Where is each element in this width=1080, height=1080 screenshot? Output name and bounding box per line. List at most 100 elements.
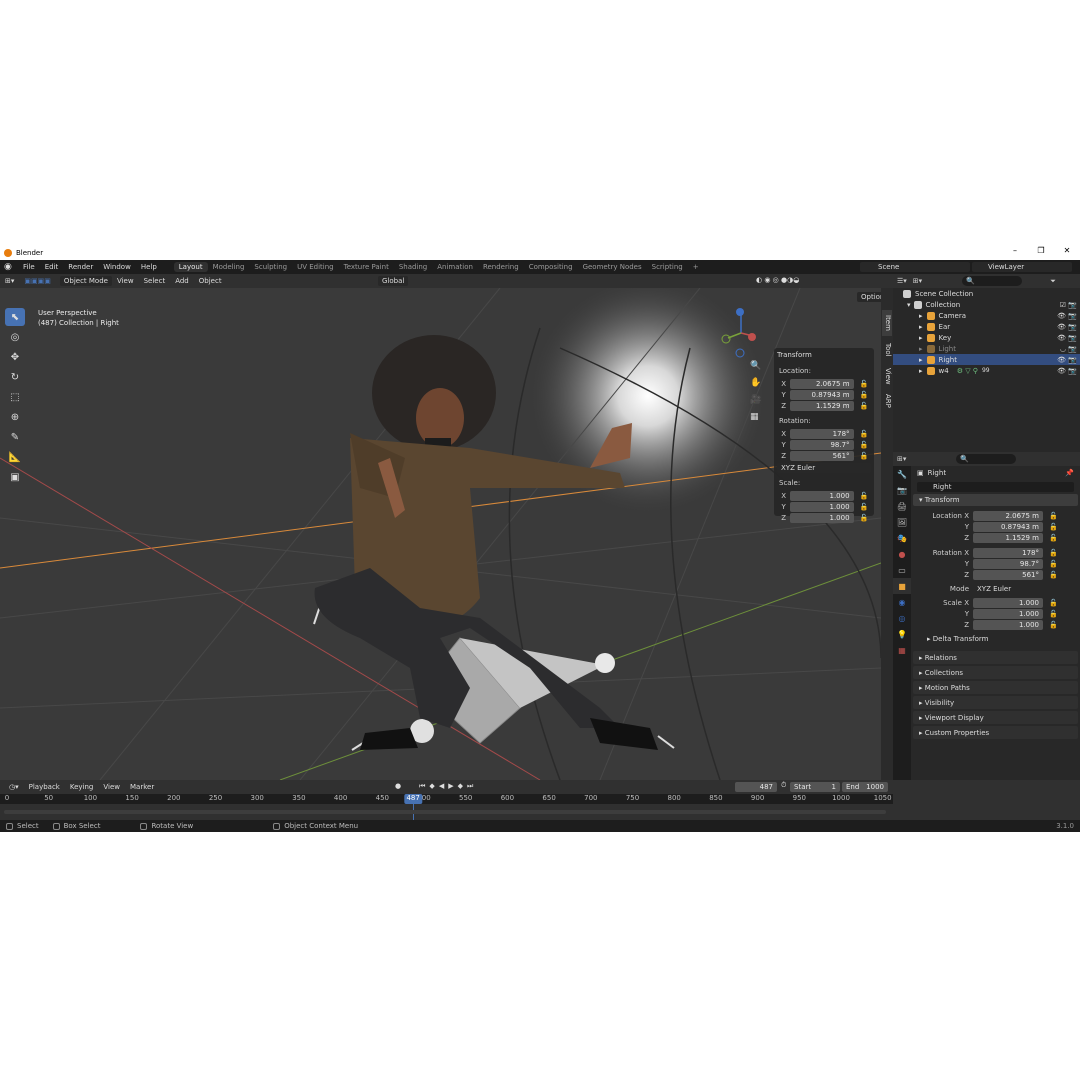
tab-layout[interactable]: Layout	[173, 262, 208, 272]
eye-icon[interactable]: 👁	[1057, 334, 1066, 342]
lock-icon[interactable]: 🔓	[860, 514, 871, 522]
prev-keyframe-icon[interactable]: ◆	[429, 782, 434, 791]
np-rotation-y-field[interactable]: 98.7°	[790, 439, 854, 450]
relations-panel[interactable]: ▸ Relations	[913, 651, 1078, 664]
menu-keying[interactable]: Keying	[65, 783, 99, 791]
jump-start-icon[interactable]: ⏮	[419, 782, 425, 791]
editor-type-icon[interactable]: ☰▾	[897, 277, 907, 285]
timeline-scrollbar[interactable]	[4, 810, 886, 814]
lock-icon[interactable]: 🔓	[1049, 534, 1058, 542]
outliner-item-camera[interactable]: ▸ Camera 👁 📷	[893, 310, 1080, 321]
np-scale-y-field[interactable]: 1.000	[790, 501, 854, 512]
maximize-icon[interactable]: ❐	[1028, 246, 1054, 255]
tab-scripting[interactable]: Scripting	[647, 262, 688, 272]
tab-texture-paint[interactable]: Texture Paint	[339, 262, 394, 272]
menu-render[interactable]: Render	[63, 263, 98, 271]
np-rotation-z-field[interactable]: 561°	[790, 450, 854, 461]
expand-arrow-icon[interactable]: ▸	[919, 345, 923, 353]
lock-icon[interactable]: 🔓	[1049, 571, 1058, 579]
view-layer-selector[interactable]: ViewLayer	[972, 262, 1072, 272]
close-icon[interactable]: ✕	[1054, 246, 1080, 255]
location-x-field[interactable]: 2.0675 m	[973, 510, 1043, 521]
tab-animation[interactable]: Animation	[432, 262, 478, 272]
outliner-item-w4[interactable]: ▸ w4 ⚙ ▽ ⚲ 99 👁 📷	[893, 365, 1080, 376]
end-frame-field[interactable]: End 1000	[842, 782, 888, 792]
lock-icon[interactable]: 🔓	[860, 492, 871, 500]
camera-toggle-icon[interactable]: 📷	[1068, 301, 1077, 309]
filter-icon[interactable]: ⏷	[1050, 277, 1056, 286]
tab-uv-editing[interactable]: UV Editing	[292, 262, 339, 272]
outliner-search-input[interactable]: 🔍	[962, 276, 1023, 286]
current-frame-marker[interactable]: 487	[404, 794, 422, 804]
expand-arrow-icon[interactable]: ▸	[919, 334, 923, 342]
object-tab-icon[interactable]: ■	[893, 578, 911, 594]
blender-menu-icon[interactable]: ◉	[4, 262, 14, 272]
location-z-field[interactable]: 1.1529 m	[973, 532, 1043, 543]
delta-transform-panel[interactable]: ▸ Delta Transform	[913, 632, 1078, 645]
add-cube-tool-icon[interactable]: ▣	[5, 468, 25, 486]
transform-panel-header[interactable]: ▾ Transform	[913, 494, 1078, 506]
measure-tool-icon[interactable]: 📐	[5, 448, 25, 466]
lock-icon[interactable]: 🔓	[860, 430, 871, 438]
menu-edit[interactable]: Edit	[40, 263, 64, 271]
tab-view[interactable]: View	[882, 364, 892, 388]
camera-toggle-icon[interactable]: 📷	[1068, 367, 1077, 375]
viewport-display-panel[interactable]: ▸ Viewport Display	[913, 711, 1078, 724]
camera-view-icon[interactable]: 🎥	[750, 392, 761, 409]
rotate-tool-icon[interactable]: ↻	[5, 368, 25, 386]
properties-search-input[interactable]: 🔍	[956, 454, 1017, 464]
lock-icon[interactable]: 🔓	[1049, 610, 1058, 618]
expand-arrow-icon[interactable]: ▸	[919, 323, 923, 331]
3d-viewport[interactable]: User Perspective (487) Collection | Righ…	[0, 288, 881, 780]
eye-icon[interactable]: 👁	[1057, 367, 1066, 375]
lock-icon[interactable]: 🔓	[1049, 560, 1058, 568]
menu-add[interactable]: Add	[170, 277, 194, 285]
eye-icon[interactable]: 👁	[1057, 323, 1066, 331]
custom-properties-panel[interactable]: ▸ Custom Properties	[913, 726, 1078, 739]
menu-view[interactable]: View	[98, 783, 125, 791]
start-frame-field[interactable]: Start 1	[790, 782, 840, 792]
tab-sculpting[interactable]: Sculpting	[249, 262, 292, 272]
scale-tool-icon[interactable]: ⬚	[5, 388, 25, 406]
scene-tab-icon[interactable]: 🎭	[893, 530, 911, 546]
camera-toggle-icon[interactable]: 📷	[1068, 312, 1077, 320]
editor-type-icon[interactable]: ⊞▾	[897, 455, 906, 463]
tab-modeling[interactable]: Modeling	[208, 262, 250, 272]
lock-icon[interactable]: 🔓	[860, 391, 871, 399]
menu-file[interactable]: File	[18, 263, 40, 271]
select-box-tool-icon[interactable]: ⬉	[5, 308, 25, 326]
outliner-item-key[interactable]: ▸ Key 👁 📷	[893, 332, 1080, 343]
object-mode-dropdown[interactable]: Object Mode	[59, 276, 112, 286]
scene-collection-row[interactable]: Scene Collection	[893, 288, 1080, 299]
menu-help[interactable]: Help	[136, 263, 162, 271]
lock-icon[interactable]: 🔓	[860, 402, 871, 410]
eye-icon[interactable]: ☑	[1060, 301, 1066, 309]
lock-icon[interactable]: 🔓	[1049, 523, 1058, 531]
scale-x-field[interactable]: 1.000	[973, 597, 1043, 608]
play-reverse-icon[interactable]: ◀	[439, 782, 444, 791]
scale-y-field[interactable]: 1.000	[973, 608, 1043, 619]
render-tab-icon[interactable]: 📷	[893, 482, 911, 498]
camera-toggle-icon[interactable]: 📷	[1068, 334, 1077, 342]
pan-hand-icon[interactable]: ✋	[750, 375, 761, 392]
orientation-dropdown[interactable]: Global	[378, 276, 409, 286]
tab-tool[interactable]: Tool	[882, 338, 892, 362]
rotation-mode-dropdown[interactable]: XYZ Euler	[973, 583, 1043, 594]
tool-tab-icon[interactable]: 🔧	[893, 466, 911, 482]
scene-selector[interactable]: Scene	[860, 262, 970, 272]
outliner-item-right[interactable]: ▸ Right 👁 📷	[893, 354, 1080, 365]
rotation-z-field[interactable]: 561°	[973, 569, 1043, 580]
camera-toggle-icon[interactable]: 📷	[1068, 345, 1077, 353]
select-mode-icons[interactable]: ▣▣▣▣	[19, 277, 55, 285]
outliner-item-light[interactable]: ▸ Light ◡ 📷	[893, 343, 1080, 354]
jump-end-icon[interactable]: ⏭	[467, 782, 473, 791]
options-dropdown[interactable]: Options	[857, 292, 881, 302]
editor-type-icon[interactable]: ◷▾	[4, 783, 24, 791]
motion-paths-panel[interactable]: ▸ Motion Paths	[913, 681, 1078, 694]
grid-view-icon[interactable]: ▦	[750, 409, 761, 426]
transform-tool-icon[interactable]: ⊕	[5, 408, 25, 426]
move-tool-icon[interactable]: ✥	[5, 348, 25, 366]
object-name-field[interactable]: Right	[917, 482, 1074, 492]
expand-arrow-icon[interactable]: ▾	[907, 301, 911, 309]
cursor-tool-icon[interactable]: ◎	[5, 328, 25, 346]
